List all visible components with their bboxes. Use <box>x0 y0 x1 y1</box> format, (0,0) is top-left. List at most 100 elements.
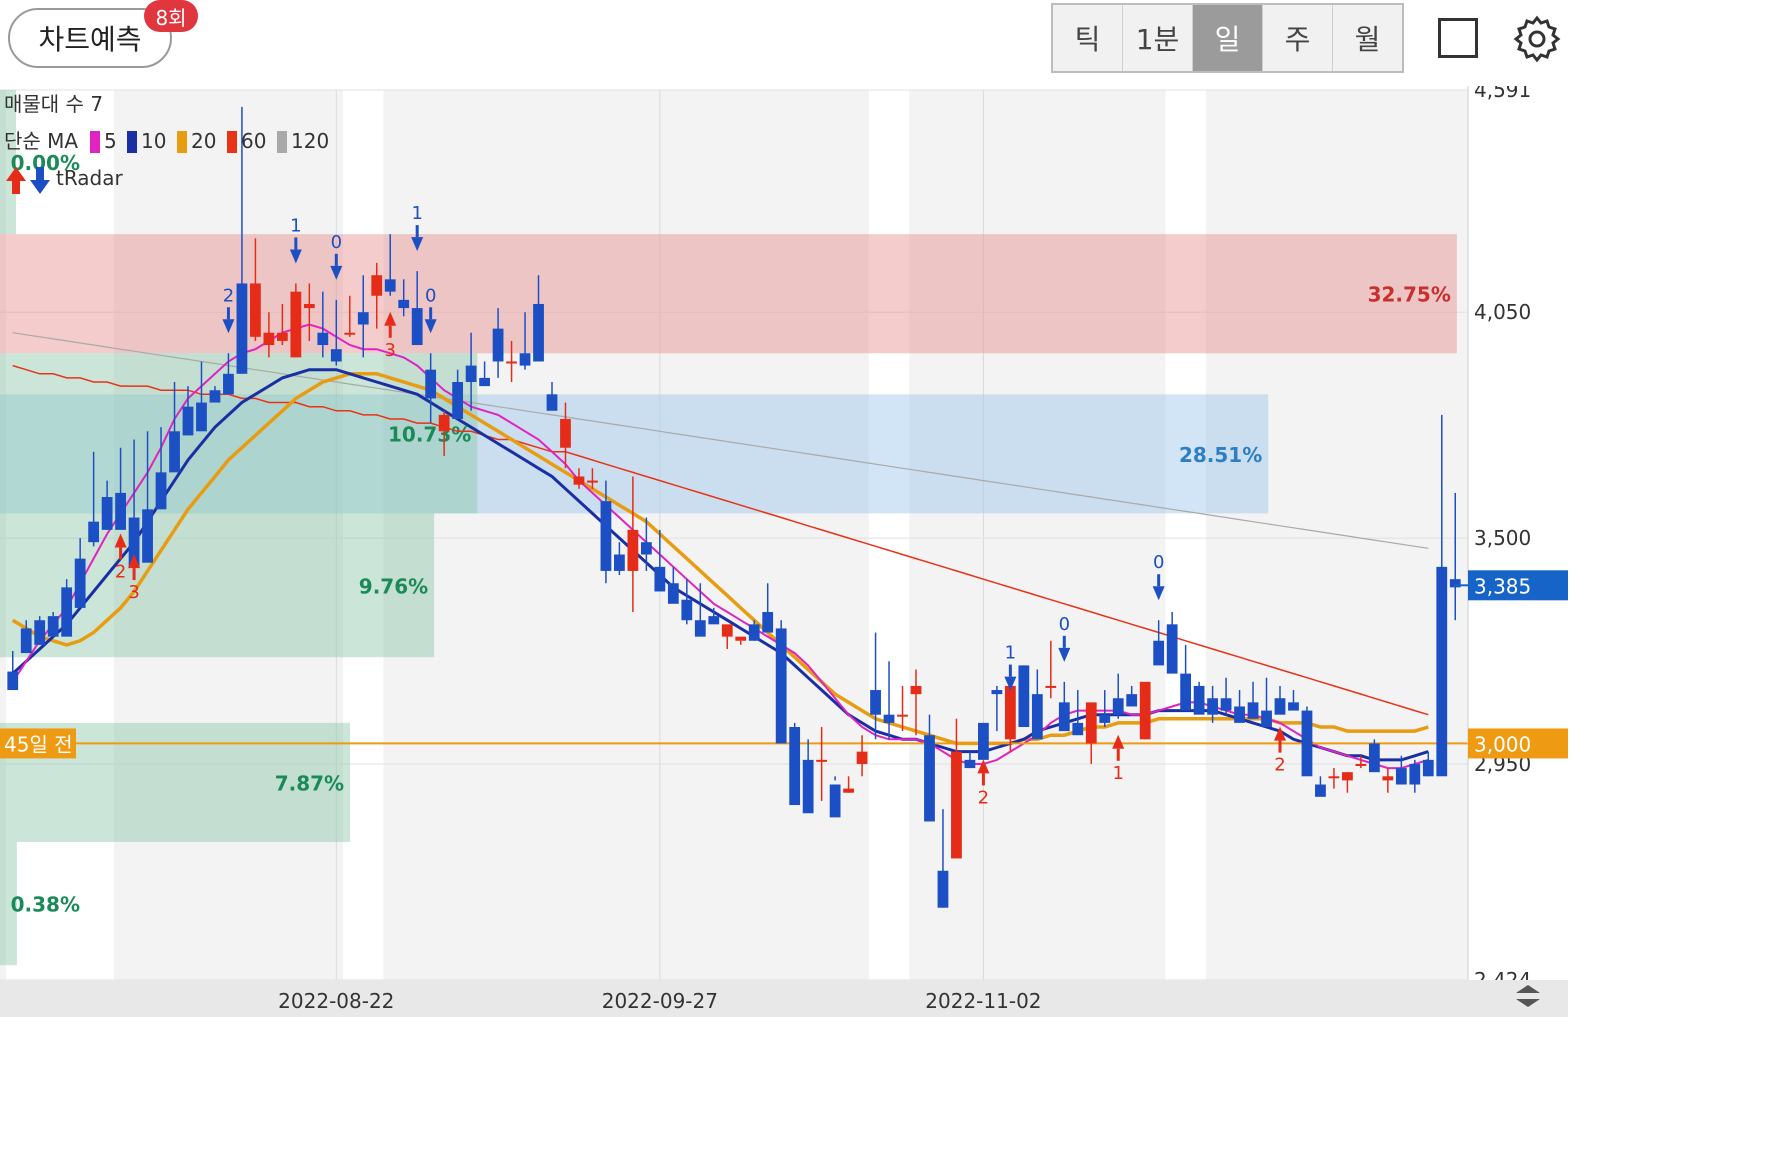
candle-body <box>1031 694 1043 740</box>
candle-body <box>115 492 126 530</box>
candle-body <box>789 727 801 806</box>
candle-body <box>748 624 760 641</box>
x-tick-label: 2022-09-27 <box>602 989 718 1013</box>
fullscreen-square-icon[interactable] <box>1438 18 1478 58</box>
candle-body <box>667 583 679 604</box>
candle-body <box>1342 772 1353 781</box>
volume-band-label: 28.51% <box>1179 443 1262 467</box>
legend-ma-swatch <box>90 131 100 153</box>
signal-label: 1 <box>290 215 301 236</box>
candle-body <box>964 759 976 769</box>
predict-count-badge: 8회 <box>144 0 198 32</box>
candle-body <box>344 332 356 335</box>
candle-body <box>1126 694 1138 707</box>
top-toolbar: 차트예측 8회 틱 1분 일 주 월 <box>0 0 1568 87</box>
candle-body <box>1193 685 1205 715</box>
candle-body <box>560 418 571 448</box>
tab-month[interactable]: 월 <box>1333 5 1402 71</box>
candle-body <box>627 529 639 571</box>
candle-body <box>735 636 747 641</box>
signal-label: 0 <box>1059 614 1070 635</box>
candle-body <box>1328 776 1340 779</box>
signal-label: 2 <box>115 562 126 583</box>
legend-ma-prefix: 단순 MA <box>4 129 78 153</box>
candle-body <box>1436 566 1448 777</box>
x-axis-band <box>0 980 1568 1017</box>
candle-body <box>276 332 288 341</box>
y-tick-label: 4,050 <box>1474 300 1531 324</box>
tab-tick[interactable]: 틱 <box>1053 5 1123 71</box>
candle-body <box>34 620 46 645</box>
candle-body <box>1153 640 1165 666</box>
candle-body <box>1422 759 1434 777</box>
candle-body <box>452 382 464 419</box>
legend-ma-swatch <box>227 131 237 153</box>
candle-body <box>74 558 86 608</box>
signal-label: 1 <box>411 203 422 224</box>
candle-body <box>1368 743 1380 773</box>
candle-body <box>1220 698 1232 711</box>
candle-body <box>250 283 261 337</box>
candle-body <box>640 542 652 555</box>
candle-body <box>1355 763 1367 766</box>
week-stripe <box>868 90 910 980</box>
x-tick-label: 2022-11-02 <box>925 989 1041 1013</box>
candle-body <box>7 671 19 691</box>
candle-body <box>1301 710 1313 777</box>
candle-body <box>951 751 962 859</box>
candle-body <box>47 616 59 637</box>
candle-body <box>694 620 706 637</box>
candle-body <box>411 308 423 346</box>
signal-label: 1 <box>1005 643 1016 664</box>
candle-body <box>20 628 32 654</box>
candle-body <box>654 566 666 592</box>
signal-label: 0 <box>331 232 342 253</box>
candle-body <box>870 690 881 715</box>
legend-ma-label: 120 <box>291 129 329 153</box>
candle-body <box>1207 698 1218 715</box>
gear-icon[interactable] <box>1512 14 1562 64</box>
candle-body <box>1247 702 1259 719</box>
candle-body <box>438 414 450 432</box>
signal-label: 1 <box>1112 763 1123 784</box>
candle-body <box>1288 702 1299 711</box>
candle-body <box>196 402 207 432</box>
signal-label: 2 <box>978 787 989 808</box>
candle-body <box>897 714 908 717</box>
candle-body <box>600 501 612 571</box>
tab-day[interactable]: 일 <box>1193 5 1263 71</box>
price-chart[interactable]: 32.75%28.51%9.76%10.73%7.87%0.38%0.00%45… <box>0 86 1568 1017</box>
legend-ma-label: 5 <box>104 129 117 153</box>
candle-body <box>1166 624 1178 674</box>
candle-body <box>1018 665 1030 728</box>
legend-volume-profile: 매물대 수 7 <box>4 92 103 116</box>
period-tabs: 틱 1분 일 주 월 <box>1051 3 1404 73</box>
y-axis-area <box>1468 86 1568 1017</box>
candle-body <box>1099 714 1111 723</box>
volume-band-label: 10.73% <box>388 422 471 446</box>
candle-body <box>937 870 949 908</box>
candle-body <box>1261 710 1272 728</box>
legend-radar-label: tRadar <box>56 166 124 190</box>
tab-week[interactable]: 주 <box>1263 5 1333 71</box>
tab-1min[interactable]: 1분 <box>1123 5 1193 71</box>
signal-label: 3 <box>384 340 395 361</box>
candle-body <box>1072 722 1084 736</box>
legend-ma-swatch <box>277 131 287 153</box>
candle-body <box>1274 698 1286 715</box>
candle-body <box>1085 702 1097 744</box>
legend-ma-swatch <box>127 131 137 153</box>
candle-body <box>371 275 383 296</box>
candle-body <box>1139 681 1151 740</box>
candle-body <box>1180 673 1192 711</box>
candle-body <box>775 628 787 744</box>
candle-body <box>802 759 814 814</box>
signal-label: 2 <box>1274 755 1285 776</box>
candle-body <box>182 406 194 436</box>
candle-body <box>290 291 302 358</box>
candle-body <box>88 521 100 543</box>
x-tick-label: 2022-08-22 <box>278 989 394 1013</box>
candle-body <box>425 369 437 399</box>
y-tick-label: 3,500 <box>1474 526 1531 550</box>
signal-label: 0 <box>425 285 436 306</box>
